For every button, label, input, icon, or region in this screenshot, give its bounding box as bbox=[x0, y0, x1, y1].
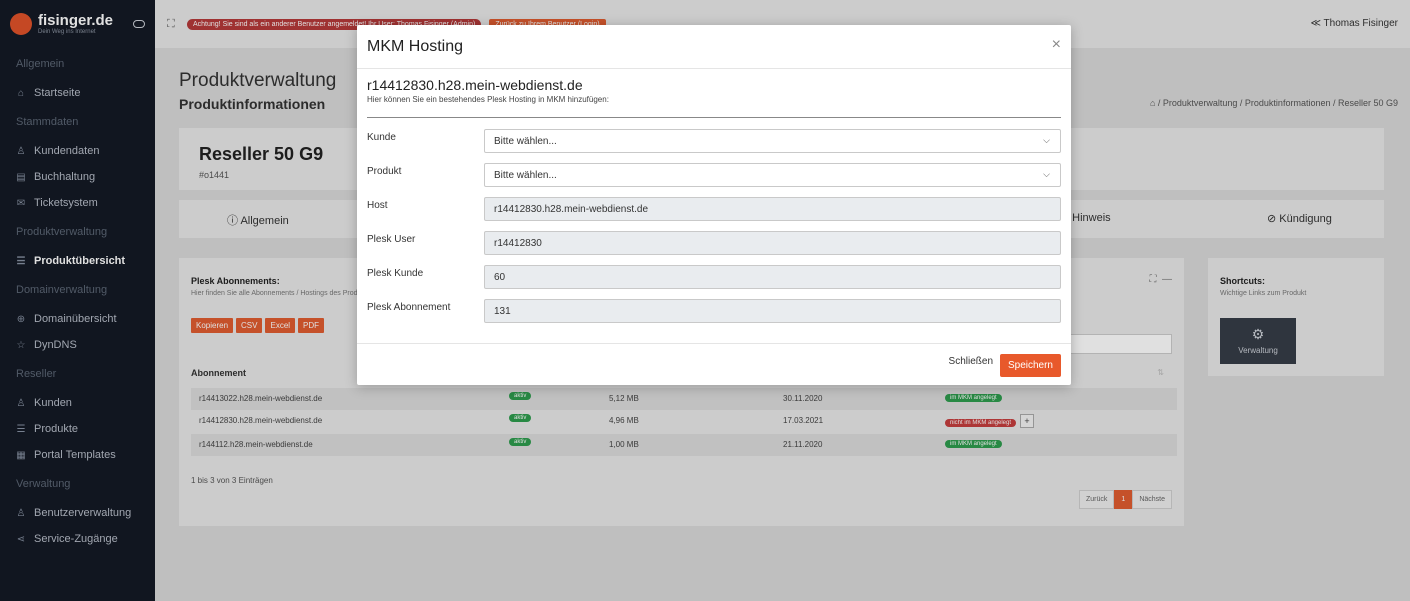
form-row: Plesk Abonnement 131 bbox=[367, 299, 1061, 323]
form-row: Produkt Bitte wählen... ⌵ bbox=[367, 163, 1061, 187]
field-label-plesk-kunde: Plesk Kunde bbox=[367, 268, 424, 279]
plesk-abonnement-field[interactable]: 131 bbox=[484, 299, 1061, 323]
field-value: r14412830 bbox=[494, 238, 542, 249]
modal-hint: Hier können Sie ein bestehendes Plesk Ho… bbox=[367, 95, 609, 104]
kunde-select[interactable]: Bitte wählen... ⌵ bbox=[484, 129, 1061, 153]
field-value: Bitte wählen... bbox=[494, 136, 557, 147]
produkt-select[interactable]: Bitte wählen... ⌵ bbox=[484, 163, 1061, 187]
close-icon[interactable]: × bbox=[1052, 37, 1061, 53]
chevron-down-icon: ⌵ bbox=[1043, 169, 1050, 179]
modal-footer: Schließen Speichern bbox=[357, 343, 1071, 385]
modal-header: MKM Hosting × bbox=[357, 25, 1071, 69]
host-field[interactable]: r14412830.h28.mein-webdienst.de bbox=[484, 197, 1061, 221]
plesk-kunde-field[interactable]: 60 bbox=[484, 265, 1061, 289]
close-button[interactable]: Schließen bbox=[949, 356, 993, 367]
field-label-kunde: Kunde bbox=[367, 132, 396, 143]
field-label-host: Host bbox=[367, 200, 388, 211]
modal-divider bbox=[367, 117, 1061, 118]
form-row: Kunde Bitte wählen... ⌵ bbox=[367, 129, 1061, 153]
field-value: r14412830.h28.mein-webdienst.de bbox=[494, 204, 648, 215]
form-row: Host r14412830.h28.mein-webdienst.de bbox=[367, 197, 1061, 221]
plesk-user-field[interactable]: r14412830 bbox=[484, 231, 1061, 255]
form-row: Plesk Kunde 60 bbox=[367, 265, 1061, 289]
field-value: 60 bbox=[494, 272, 506, 283]
field-value: 131 bbox=[494, 306, 511, 317]
modal-host-heading: r14412830.h28.mein-webdienst.de bbox=[367, 77, 583, 93]
field-label-plesk-abonnement: Plesk Abonnement bbox=[367, 302, 451, 313]
form-row: Plesk User r14412830 bbox=[367, 231, 1061, 255]
field-value: Bitte wählen... bbox=[494, 170, 557, 181]
field-label-produkt: Produkt bbox=[367, 166, 402, 177]
mkm-hosting-modal: MKM Hosting × r14412830.h28.mein-webdien… bbox=[357, 25, 1071, 385]
save-button[interactable]: Speichern bbox=[999, 354, 1061, 377]
chevron-down-icon: ⌵ bbox=[1043, 135, 1050, 145]
field-label-plesk-user: Plesk User bbox=[367, 234, 416, 245]
modal-title: MKM Hosting bbox=[367, 38, 464, 55]
